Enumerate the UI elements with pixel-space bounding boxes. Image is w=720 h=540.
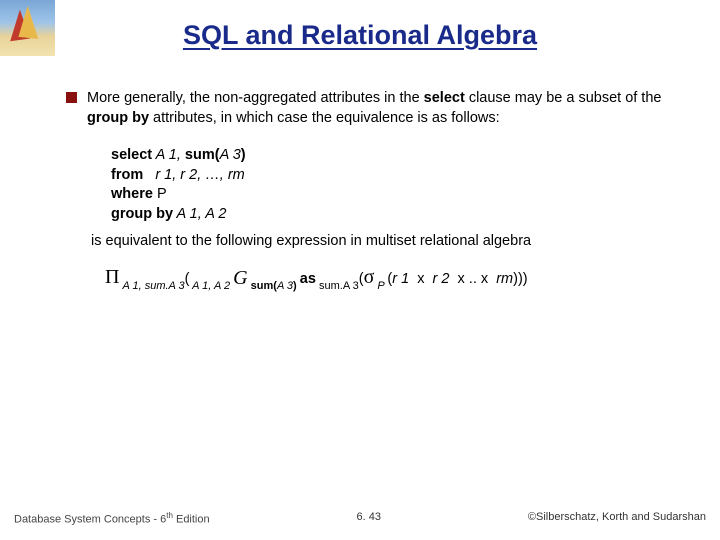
bullet-icon — [66, 92, 77, 103]
footer-center: 6. 43 — [357, 511, 381, 526]
equivalence-text: is equivalent to the following expressio… — [91, 232, 674, 252]
text: More generally, the non-aggregated attri… — [87, 90, 424, 106]
pi-subscript: A 1, sum.A 3 — [119, 280, 184, 292]
text: attributes, in which case the equivalenc… — [149, 110, 500, 126]
slide-title: SQL and Relational Algebra — [0, 0, 720, 51]
bold: group by — [87, 110, 149, 126]
g-symbol: G — [233, 267, 247, 289]
sql-block: select A 1, sum(A 3) from r 1, r 2, …, r… — [111, 146, 674, 224]
rel-r2: r 2 — [433, 271, 450, 287]
slide-footer: Database System Concepts - 6th Edition 6… — [0, 511, 720, 526]
sql-line-where: where P — [111, 185, 674, 205]
sigma-symbol: σ — [364, 266, 375, 288]
paren-close: ))) — [513, 271, 528, 287]
sql-line-from: from r 1, r 2, …, rm — [111, 166, 674, 186]
sql-line-groupby: group by A 1, A 2 — [111, 205, 674, 225]
pi-symbol: Π — [105, 266, 119, 288]
cross: x .. x — [449, 271, 496, 287]
footer-right: ©Silberschatz, Korth and Sudarshan — [528, 511, 706, 526]
g-left-subscript: A 1, A 2 — [190, 280, 234, 292]
as-subscript: sum.A 3 — [316, 280, 359, 292]
bullet-item: More generally, the non-aggregated attri… — [66, 89, 674, 292]
rel-rm: rm — [496, 271, 513, 287]
text: clause may be a subset of the — [465, 90, 662, 106]
as-keyword: as — [300, 271, 316, 287]
footer-left: Database System Concepts - 6th Edition — [14, 511, 210, 526]
sigma-subscript: P — [374, 280, 387, 292]
rel-r1: r 1 — [392, 271, 409, 287]
slide-thumbnail — [0, 0, 55, 56]
slide-body: More generally, the non-aggregated attri… — [0, 51, 720, 292]
bullet-text: More generally, the non-aggregated attri… — [87, 89, 674, 292]
sql-line-select: select A 1, sum(A 3) — [111, 146, 674, 166]
paren: ( — [185, 271, 190, 287]
cross: x — [409, 271, 432, 287]
g-right-subscript: sum(A 3) — [248, 280, 300, 292]
bold: select — [424, 90, 465, 106]
relational-algebra-expression: Π A 1, sum.A 3( A 1, A 2 G sum(A 3) as s… — [105, 264, 674, 292]
